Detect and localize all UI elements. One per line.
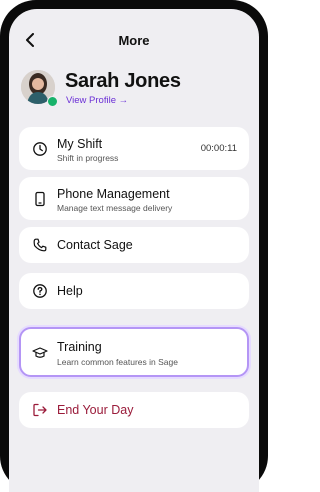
log-out-icon: [33, 403, 47, 417]
screen: More Sarah Jones View Profile → My Shift: [9, 9, 259, 492]
help-circle-icon: [33, 284, 47, 298]
menu-item-help[interactable]: Help: [19, 273, 249, 309]
menu-item-label: Help: [57, 284, 83, 298]
phone-frame: More Sarah Jones View Profile → My Shift: [0, 0, 268, 492]
menu-item-contact-sage[interactable]: Contact Sage: [19, 227, 249, 263]
graduation-cap-icon: [32, 347, 48, 358]
header: More: [9, 9, 259, 57]
page-title: More: [118, 33, 150, 48]
menu-item-label: Contact Sage: [57, 238, 133, 252]
online-status-dot: [47, 96, 58, 107]
menu-item-label: Phone Management: [57, 187, 170, 201]
phone-icon: [35, 191, 45, 207]
menu-item-label: Training: [57, 340, 102, 354]
clock-icon: [33, 142, 47, 156]
phone-handset-icon: [33, 238, 47, 252]
menu-item-subtitle: Shift in progress: [57, 153, 119, 163]
menu-item-phone-management[interactable]: Phone Management Manage text message del…: [19, 177, 249, 220]
menu-item-my-shift[interactable]: My Shift Shift in progress 00:00:11: [19, 127, 249, 170]
menu-item-subtitle: Learn common features in Sage: [57, 357, 178, 367]
menu-item-end-your-day[interactable]: End Your Day: [19, 392, 249, 428]
profile-section: Sarah Jones View Profile →: [9, 57, 259, 115]
view-profile-link[interactable]: View Profile →: [66, 95, 128, 106]
menu-item-label: End Your Day: [57, 403, 134, 417]
menu-item-subtitle: Manage text message delivery: [57, 203, 173, 213]
shift-timer: 00:00:11: [200, 143, 237, 154]
profile-name: Sarah Jones: [65, 70, 181, 92]
menu-item-label: My Shift: [57, 137, 103, 151]
menu-item-training[interactable]: Training Learn common features in Sage: [19, 327, 249, 377]
